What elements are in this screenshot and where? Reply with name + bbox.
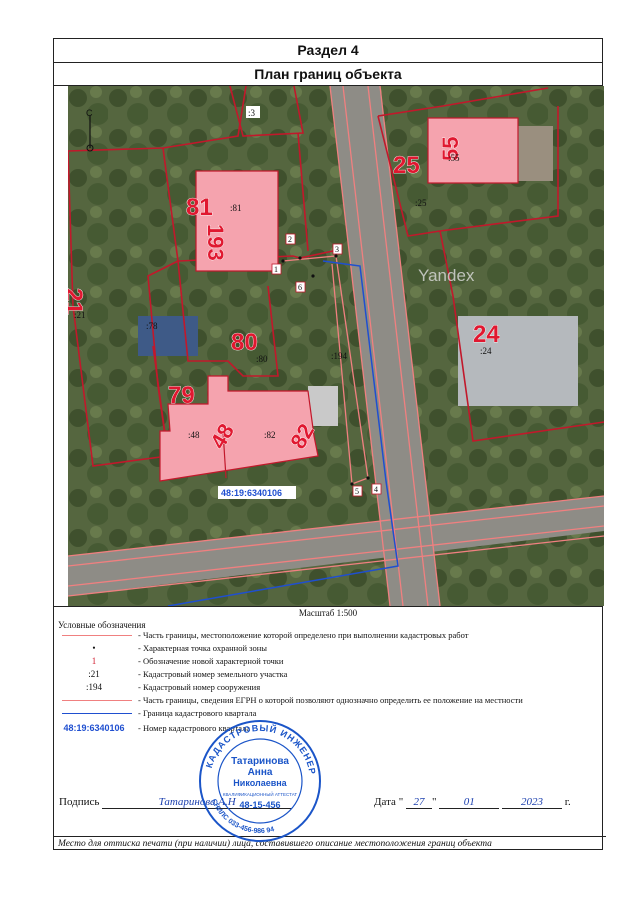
stamp-attest-label: КВАЛИФИКАЦИОННЫЙ АТТЕСТАТ: [223, 790, 298, 797]
svg-text:C: C: [86, 108, 93, 118]
point-label-5: 5: [355, 487, 359, 496]
date-label: Дата: [374, 796, 396, 808]
cad-label-82: :82: [264, 430, 276, 440]
stamp-name-3: Николаевна: [233, 778, 287, 788]
stamp-name-1: Татаринова: [231, 756, 289, 767]
parcel-number-79: 79: [168, 382, 195, 409]
point-label-2: 2: [288, 235, 292, 244]
stamp-place-note: Место для оттиска печати (при наличии) л…: [54, 836, 606, 851]
legend-item-quarter-line: - Граница кадастрового квартала: [54, 707, 602, 720]
date-suffix: г.: [564, 796, 571, 808]
point-label-1: 1: [274, 265, 278, 274]
point-label-6: 6: [298, 283, 302, 292]
map-svg: Yandex 81 193 25 55 21 80 79 48 82 24 :8…: [68, 86, 604, 606]
date-month: 01: [439, 796, 500, 809]
parcel-number-24: 24: [473, 321, 500, 348]
cad-label-25: :25: [415, 198, 427, 208]
point-label-4: 4: [374, 485, 378, 494]
parcel-number-193: 193: [203, 224, 228, 261]
cad-label-3: :3: [248, 108, 256, 118]
legend-item-quarter-number: 48:19:6340106 - Номер кадастрового кварт…: [63, 723, 251, 733]
parcel-number-81: 81: [186, 194, 213, 221]
date-day: 27: [405, 796, 432, 809]
legend-item-cadastral-work-line: - Часть границы, местоположение которой …: [54, 629, 602, 642]
legend-item-structure-number: :194 - Кадастровый номер сооружения: [85, 682, 261, 692]
map-quarter-number: 48:19:6340106: [221, 488, 282, 498]
date-year: 2023: [501, 796, 562, 809]
parcel-number-80: 80: [231, 329, 258, 356]
cad-label-78: :78: [146, 321, 158, 331]
legend-item-egrn-line: - Часть границы, сведения ЕГРН о которой…: [54, 694, 602, 707]
document-frame: Раздел 4 План границ объекта Yandex 81 1…: [53, 38, 606, 851]
map-watermark: Yandex: [418, 266, 475, 285]
stamp-attest-number: 48-15-456: [239, 800, 280, 810]
engineer-stamp: КАДАСТРОВЫЙ ИНЖЕНЕР СНИЛС 033-456-986 94…: [199, 720, 321, 842]
cad-label-81: :81: [230, 203, 242, 213]
cad-label-24: :24: [480, 346, 492, 356]
cad-label-48: :48: [188, 430, 200, 440]
section-heading: Раздел 4: [54, 39, 602, 63]
stamp-name-2: Анна: [248, 767, 273, 778]
legend-item-zone-point: • - Характерная точка охранной зоны: [92, 643, 267, 653]
cad-label-55: :55: [448, 153, 460, 163]
cad-label-80: :80: [256, 354, 268, 364]
cad-label-21: :21: [74, 310, 86, 320]
scale-text: Масштаб 1:500: [54, 606, 602, 619]
legend-item-parcel-number: :21 - Кадастровый номер земельного участ…: [88, 669, 288, 679]
point-label-3: 3: [335, 245, 339, 254]
parcel-number-25: 25: [393, 152, 420, 179]
boundary-plan-map: Yandex 81 193 25 55 21 80 79 48 82 24 :8…: [68, 86, 604, 606]
legend-item-new-point: 1 - Обозначение новой характерной точки: [91, 656, 284, 666]
cad-label-194: :194: [331, 351, 348, 361]
plan-title: План границ объекта: [54, 63, 602, 86]
date-block: Дата " 27 " 01 2023 г.: [374, 796, 571, 809]
signature-label: Подпись: [59, 796, 100, 808]
